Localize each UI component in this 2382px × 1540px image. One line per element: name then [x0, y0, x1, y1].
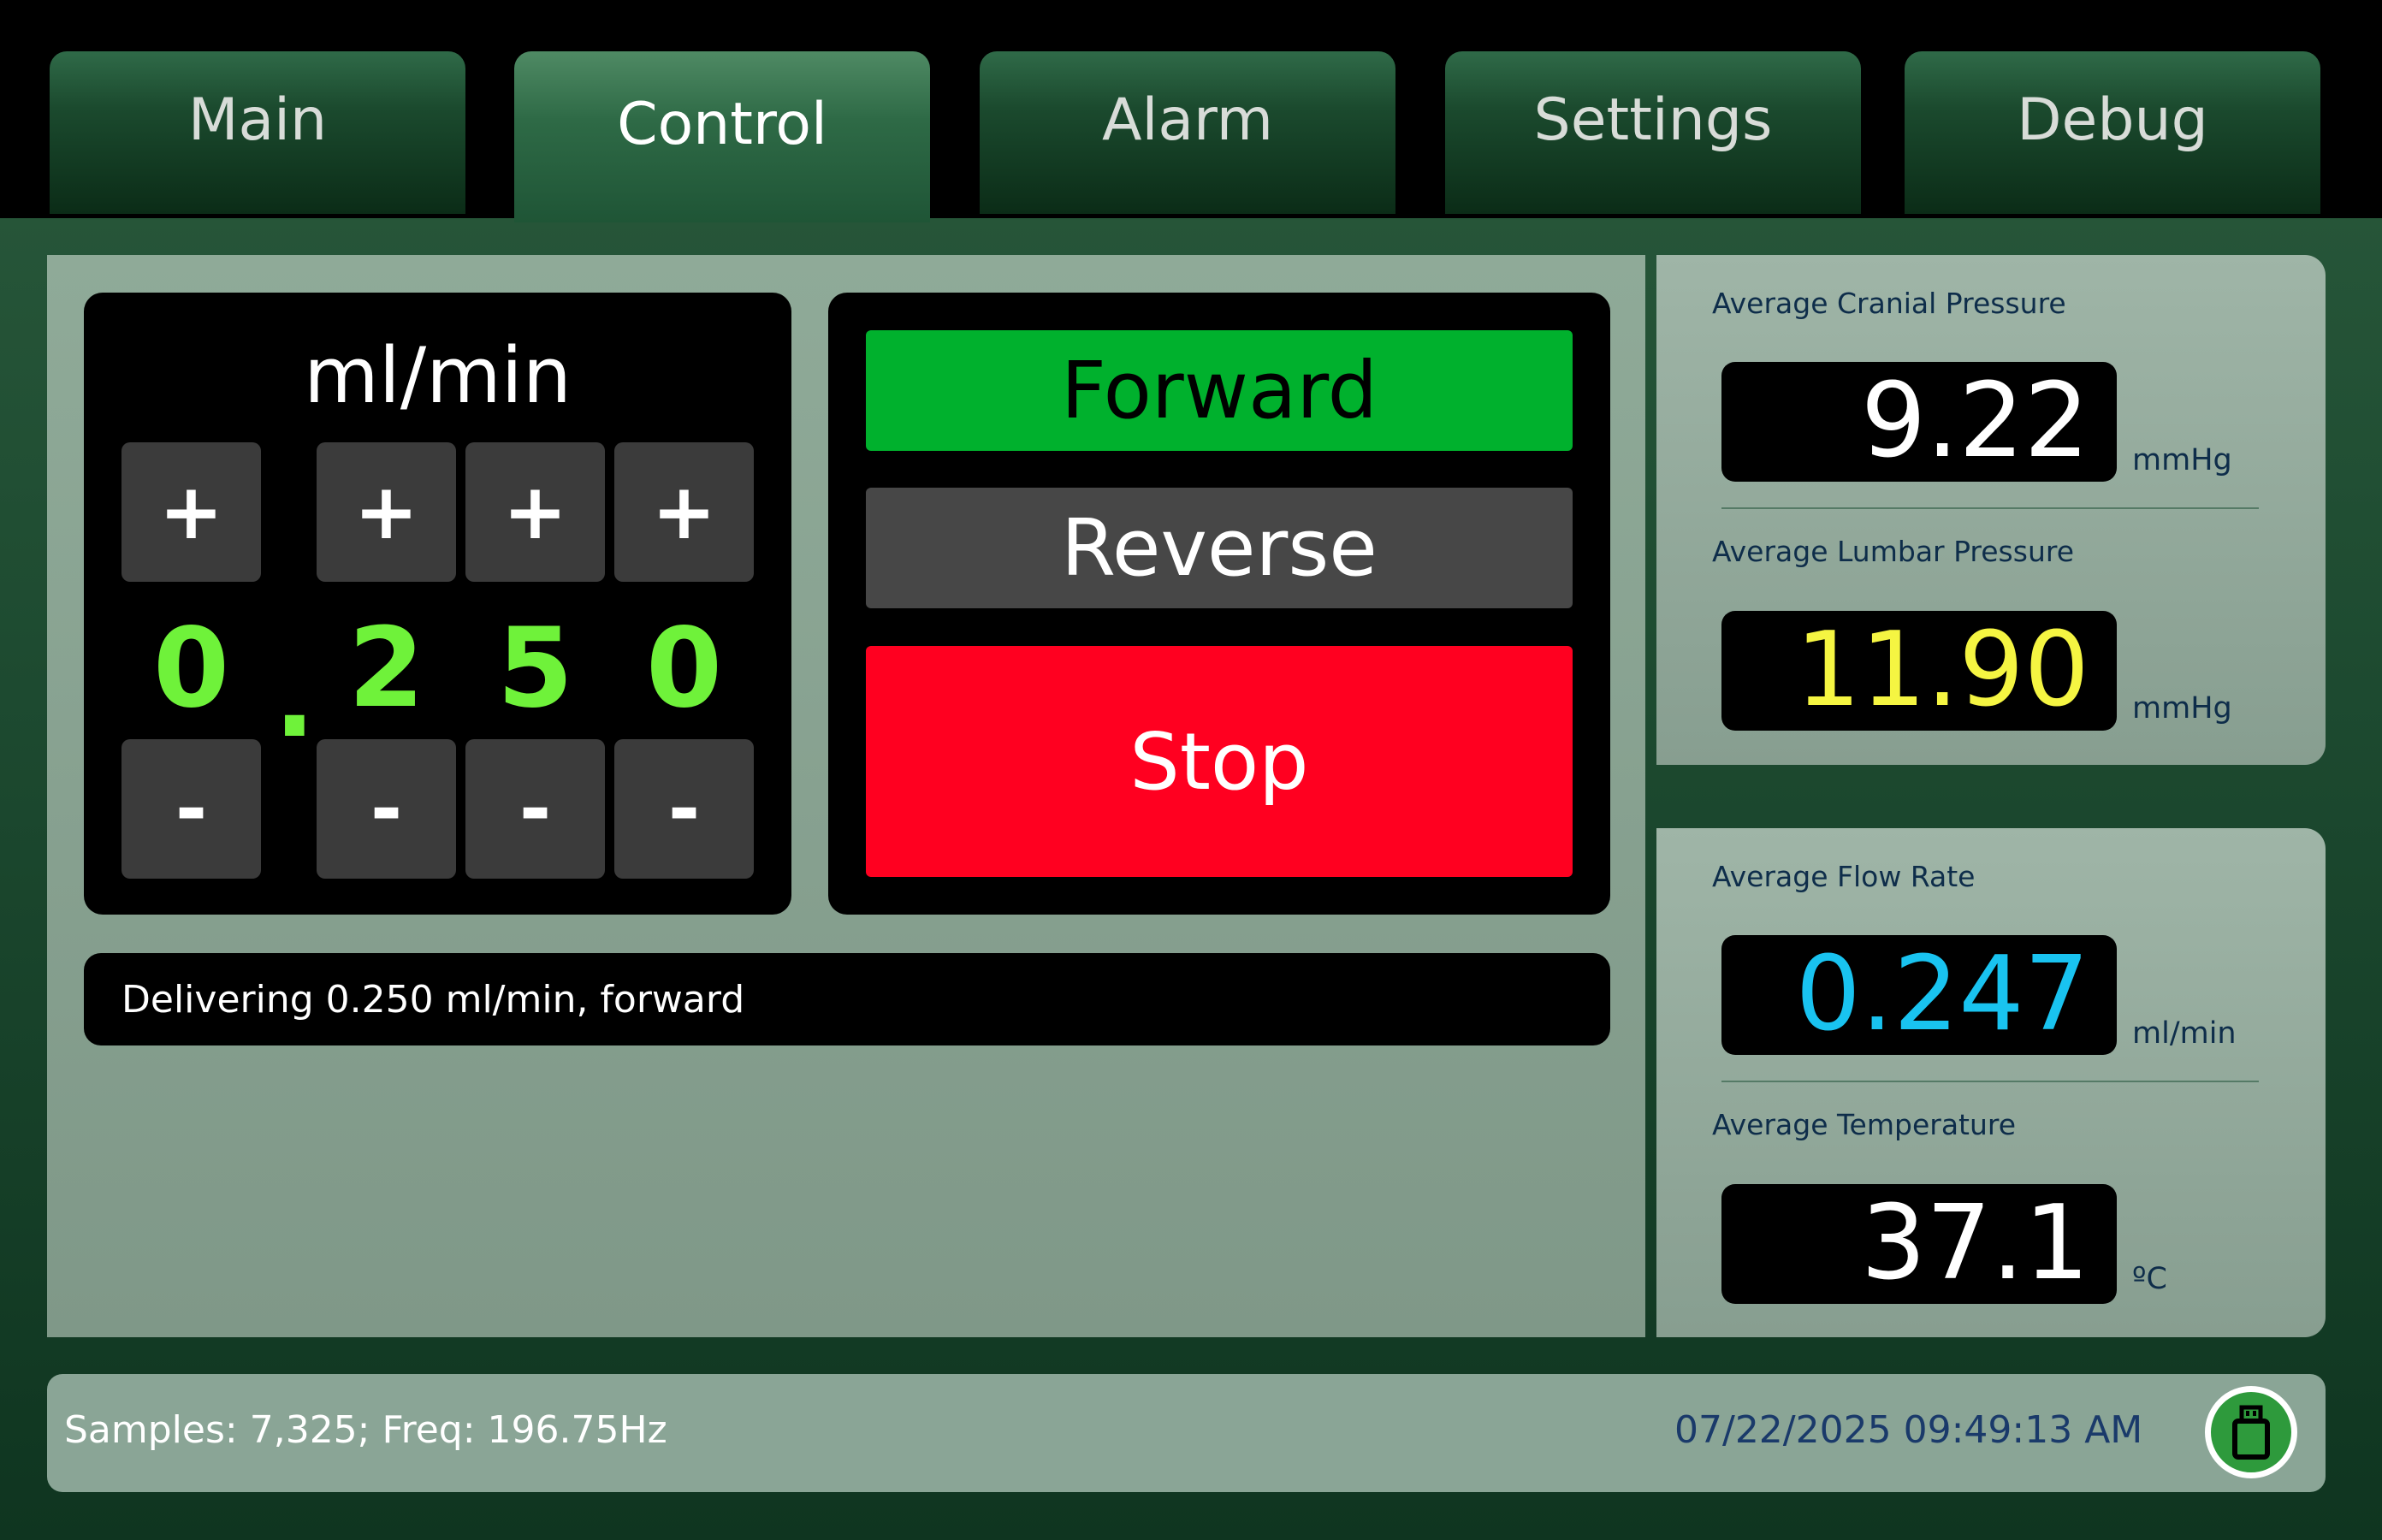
- stop-button[interactable]: Stop: [866, 646, 1573, 877]
- divider: [1721, 507, 2259, 509]
- digit3-increment-button[interactable]: +: [465, 442, 605, 582]
- usb-drive-icon-graphic: [2232, 1405, 2270, 1460]
- samples-frequency-text: Samples: 7,325; Freq: 196.75Hz: [64, 1408, 667, 1452]
- flow-rate-unit: ml/min: [2132, 1016, 2237, 1051]
- flow-units-label: ml/min: [304, 331, 572, 421]
- flow-rate-value: 0.247: [1721, 935, 2117, 1055]
- flow-digit-3: 5: [496, 605, 574, 732]
- flow-digit-4: 0: [645, 605, 723, 732]
- status-message: Delivering 0.250 ml/min, forward: [84, 953, 1610, 1045]
- tab-control[interactable]: Control: [514, 51, 930, 222]
- temperature-unit: ºC: [2132, 1262, 2167, 1296]
- direction-controls: Forward Reverse Stop: [828, 293, 1610, 915]
- temperature-value: 37.1: [1721, 1184, 2117, 1304]
- cranial-pressure-label: Average Cranial Pressure: [1712, 287, 2066, 320]
- tab-settings[interactable]: Settings: [1445, 51, 1861, 214]
- divider: [1721, 1081, 2259, 1082]
- flow-rate-label: Average Flow Rate: [1712, 860, 1976, 893]
- digit2-increment-button[interactable]: +: [317, 442, 456, 582]
- lumbar-pressure-value: 11.90: [1721, 611, 2117, 731]
- flow-digit-1: 0: [152, 605, 230, 732]
- cranial-pressure-unit: mmHg: [2132, 443, 2232, 477]
- tab-main[interactable]: Main: [50, 51, 465, 214]
- digit4-decrement-button[interactable]: -: [614, 739, 754, 879]
- usb-drive-icon[interactable]: [2205, 1386, 2297, 1478]
- digit1-decrement-button[interactable]: -: [121, 739, 261, 879]
- datetime-text: 07/22/2025 09:49:13 AM: [1674, 1408, 2143, 1452]
- digit1-increment-button[interactable]: +: [121, 442, 261, 582]
- footer-bar: Samples: 7,325; Freq: 196.75Hz 07/22/202…: [47, 1374, 2326, 1492]
- flow-rate-setter: ml/min + + + + 0 . 2 5 0 - - - -: [84, 293, 791, 915]
- reverse-button[interactable]: Reverse: [866, 488, 1573, 608]
- digit4-increment-button[interactable]: +: [614, 442, 754, 582]
- lumbar-pressure-label: Average Lumbar Pressure: [1712, 535, 2075, 568]
- cranial-pressure-value: 9.22: [1721, 362, 2117, 482]
- digit3-decrement-button[interactable]: -: [465, 739, 605, 879]
- flow-digit-2: 2: [347, 605, 425, 732]
- forward-button[interactable]: Forward: [866, 330, 1573, 451]
- tab-alarm[interactable]: Alarm: [980, 51, 1395, 214]
- tab-debug[interactable]: Debug: [1905, 51, 2320, 214]
- decimal-point: .: [274, 635, 316, 762]
- lumbar-pressure-unit: mmHg: [2132, 691, 2232, 726]
- digit2-decrement-button[interactable]: -: [317, 739, 456, 879]
- temperature-label: Average Temperature: [1712, 1108, 2017, 1141]
